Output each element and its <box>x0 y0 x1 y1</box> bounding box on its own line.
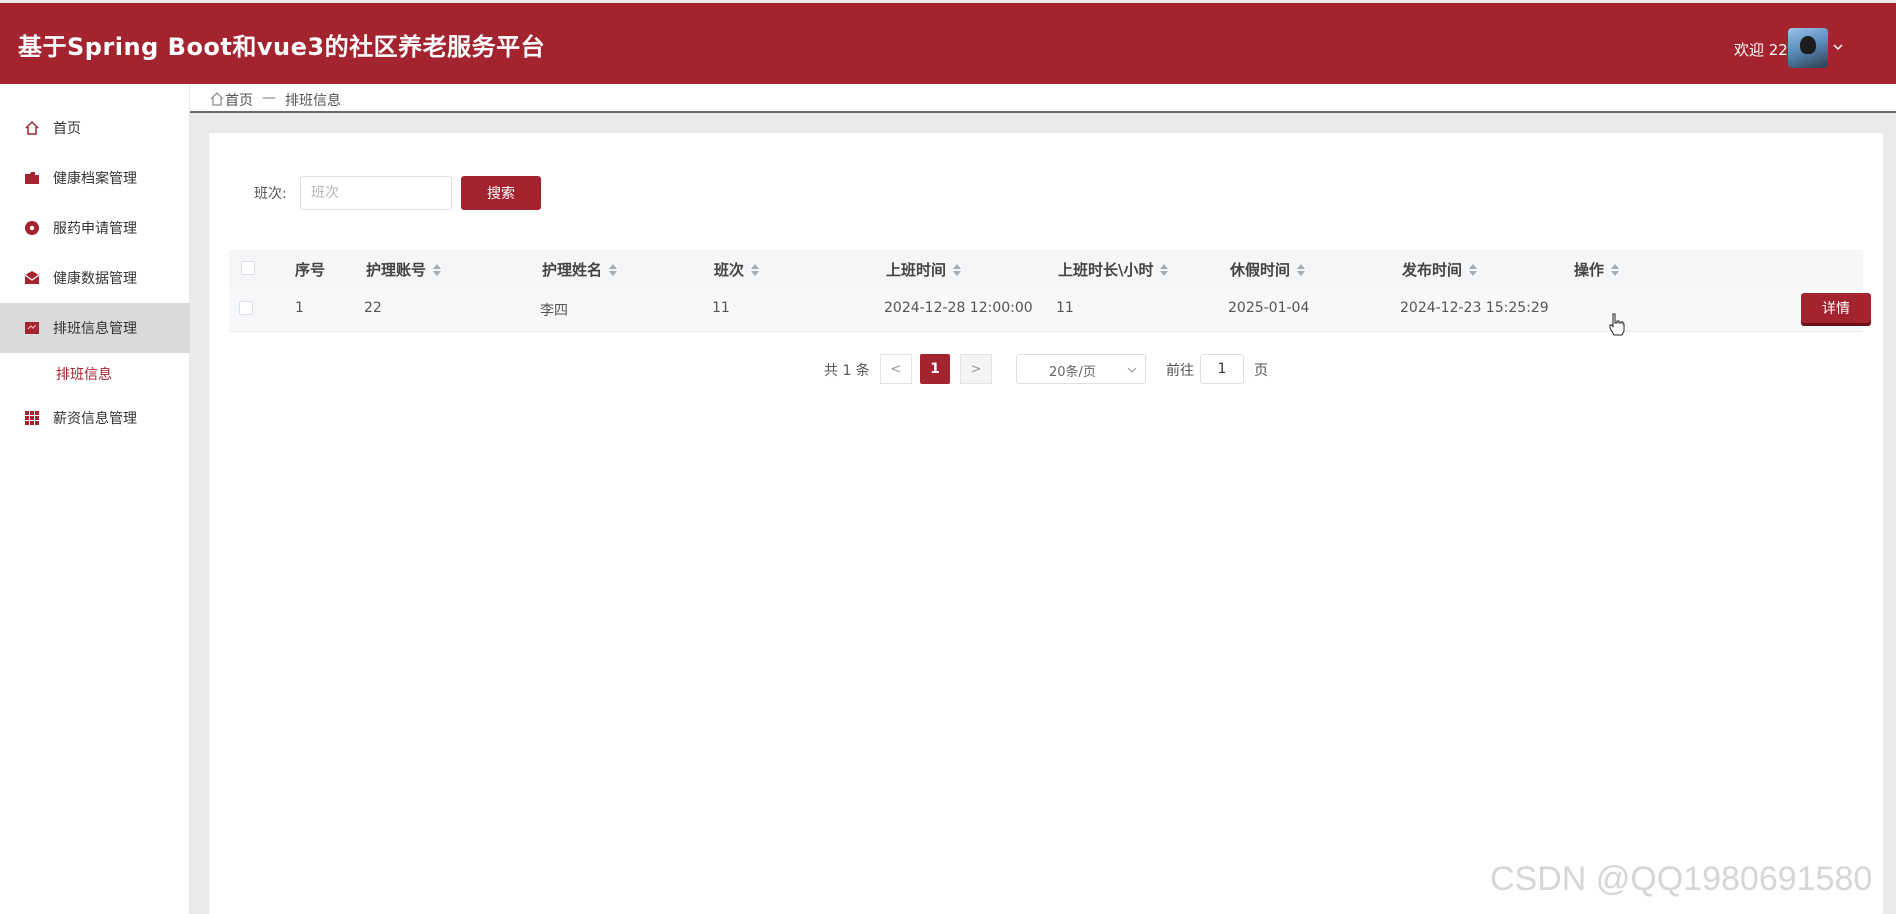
cell-shift: 11 <box>712 300 730 316</box>
pagination-page-suffix: 页 <box>1254 363 1268 379</box>
pagination-goto-label: 前往 <box>1166 363 1194 379</box>
column-header-duration[interactable]: 上班时长\小时 <box>1058 259 1169 280</box>
avatar[interactable] <box>1788 28 1828 68</box>
search-label: 班次: <box>254 186 287 202</box>
table-header: 序号 护理账号 护理姓名 班次 上班时间 上班时长\小时 休假时间 发布时间 操… <box>229 250 1863 286</box>
sort-icon[interactable] <box>1610 263 1620 277</box>
column-header-leave-date[interactable]: 休假时间 <box>1230 259 1306 280</box>
sidebar-item-salary[interactable]: 薪资信息管理 <box>0 393 190 443</box>
watermark-text: CSDN @QQ1980691580 <box>1490 860 1873 898</box>
sidebar-item-health-data[interactable]: 健康数据管理 <box>0 253 190 303</box>
sidebar-item-home[interactable]: 首页 <box>0 103 190 153</box>
search-button[interactable]: 搜索 <box>461 176 541 210</box>
calendar-icon <box>24 320 40 336</box>
cell-index: 1 <box>295 300 304 316</box>
sort-icon[interactable] <box>608 263 618 277</box>
pagination-prev-button[interactable]: < <box>880 354 912 384</box>
hand-cursor-icon <box>1609 313 1625 336</box>
sidebar-subitem-schedule-info[interactable]: 排班信息 <box>0 353 190 393</box>
pagination-goto-input[interactable] <box>1200 354 1244 384</box>
cell-published: 2024-12-23 15:25:29 <box>1400 300 1549 316</box>
sidebar-item-label: 排班信息管理 <box>53 321 137 337</box>
sort-icon[interactable] <box>750 263 760 277</box>
sidebar-item-label: 薪资信息管理 <box>53 411 137 427</box>
welcome-text: 欢迎 22 <box>1734 41 1788 59</box>
detail-button[interactable]: 详情 <box>1801 293 1871 323</box>
select-all-checkbox[interactable] <box>241 261 255 275</box>
cell-start-time: 2024-12-28 12:00:00 <box>884 300 1033 316</box>
app-title: 基于Spring Boot和vue3的社区养老服务平台 <box>18 33 546 61</box>
sidebar-item-schedule[interactable]: 排班信息管理 <box>0 303 190 353</box>
column-header-action[interactable]: 操作 <box>1574 259 1620 280</box>
search-input[interactable] <box>300 176 452 210</box>
cell-duration: 11 <box>1056 300 1074 316</box>
cell-name: 李四 <box>540 303 568 319</box>
breadcrumb-current: 排班信息 <box>285 93 341 109</box>
pagination-total: 共 1 条 <box>824 363 870 379</box>
sidebar-item-medication[interactable]: 服药申请管理 <box>0 203 190 253</box>
pagination-next-button[interactable]: > <box>960 354 992 384</box>
row-checkbox[interactable] <box>239 301 253 315</box>
sidebar-item-label: 服药申请管理 <box>53 221 137 237</box>
breadcrumb-separator: — <box>262 90 276 106</box>
mail-icon <box>24 270 40 286</box>
page-size-select[interactable]: 20条/页 <box>1016 354 1146 384</box>
page-size-value: 20条/页 <box>1049 365 1096 380</box>
sort-icon[interactable] <box>1159 263 1169 277</box>
column-header-shift[interactable]: 班次 <box>714 259 760 280</box>
sidebar-item-label: 健康数据管理 <box>53 271 137 287</box>
chevron-down-icon[interactable] <box>1832 41 1844 53</box>
sort-icon[interactable] <box>1296 263 1306 277</box>
home-icon <box>24 120 40 136</box>
sort-icon[interactable] <box>1468 263 1478 277</box>
cell-leave-date: 2025-01-04 <box>1228 300 1310 316</box>
cell-account: 22 <box>364 300 382 316</box>
folder-icon <box>24 170 40 186</box>
chevron-down-icon <box>1127 367 1137 373</box>
top-header: 基于Spring Boot和vue3的社区养老服务平台 欢迎 22 <box>0 0 1896 84</box>
pagination-current-page[interactable]: 1 <box>920 354 950 384</box>
column-header-published[interactable]: 发布时间 <box>1402 259 1478 280</box>
grid-icon <box>24 410 40 426</box>
column-header-name[interactable]: 护理姓名 <box>542 259 618 280</box>
column-header-account[interactable]: 护理账号 <box>366 259 442 280</box>
sort-icon[interactable] <box>952 263 962 277</box>
home-icon <box>210 92 224 106</box>
sidebar-subitem-label: 排班信息 <box>56 367 112 383</box>
sidebar-item-label: 首页 <box>53 121 81 137</box>
column-header-start-time[interactable]: 上班时间 <box>886 259 962 280</box>
breadcrumb-home[interactable]: 首页 <box>225 90 253 110</box>
column-header-index: 序号 <box>295 261 326 279</box>
pill-icon <box>24 220 40 236</box>
sidebar-item-label: 健康档案管理 <box>53 171 137 187</box>
sort-icon[interactable] <box>432 263 442 277</box>
sidebar-item-health-records[interactable]: 健康档案管理 <box>0 153 190 203</box>
breadcrumb: 首页 — 排班信息 <box>190 84 1896 113</box>
sidebar: 首页 健康档案管理 服药申请管理 健康数据管理 排班信息管理 排班信息 薪资信息… <box>0 84 190 914</box>
